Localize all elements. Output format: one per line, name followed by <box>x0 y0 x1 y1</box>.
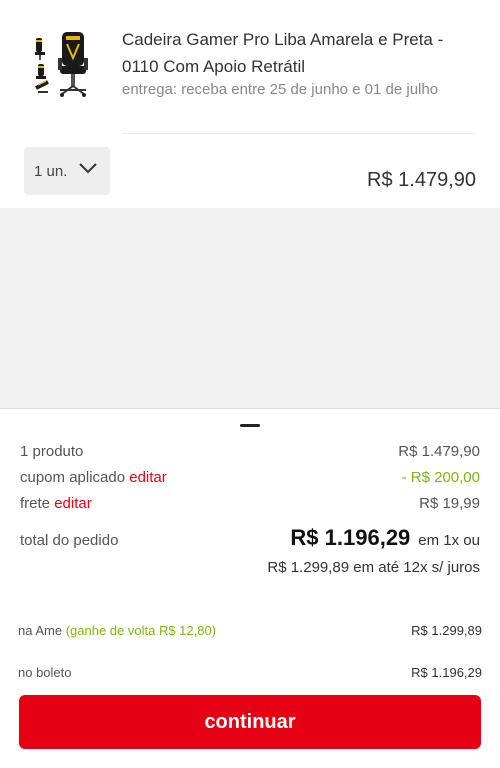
product-title[interactable]: Cadeira Gamer Pro Liba Amarela e Preta -… <box>122 26 452 80</box>
payment-boleto-row: no boleto R$ 1.196,29 <box>18 665 482 680</box>
products-label: 1 produto <box>20 443 84 460</box>
coupon-discount: - R$ 200,00 <box>401 469 480 486</box>
shipping-value: R$ 19,99 <box>419 495 480 512</box>
coupon-edit-link[interactable]: editar <box>129 469 167 486</box>
chevron-down-icon <box>79 163 97 174</box>
total-label: total do pedido <box>20 532 119 549</box>
boleto-label: no boleto <box>18 665 72 680</box>
coupon-row: cupom aplicado editar - R$ 200,00 <box>20 469 480 486</box>
product-card: Cadeira Gamer Pro Liba Amarela e Preta -… <box>0 0 500 208</box>
payment-ame-row: na Ame (ganhe de volta R$ 12,80) R$ 1.29… <box>18 623 482 638</box>
sheet-drag-handle[interactable] <box>240 424 260 427</box>
ame-label: na Ame <box>18 623 63 638</box>
ame-value: R$ 1.299,89 <box>411 623 482 638</box>
boleto-value: R$ 1.196,29 <box>411 665 482 680</box>
continue-button[interactable]: continuar <box>19 695 481 749</box>
delivery-estimate: entrega: receba entre 25 de junho e 01 d… <box>122 81 439 98</box>
total-suffix: em 1x ou <box>418 532 480 549</box>
shipping-row: frete editar R$ 19,99 <box>20 495 480 512</box>
order-summary-sheet: 1 produto R$ 1.479,90 cupom aplicado edi… <box>0 408 500 768</box>
total-row: total do pedido R$ 1.196,29 em 1x ou <box>20 525 480 551</box>
divider <box>122 133 476 134</box>
ame-cashback: (ganhe de volta R$ 12,80) <box>65 623 217 638</box>
coupon-label: cupom aplicado <box>20 469 126 486</box>
product-price: R$ 1.479,90 <box>367 169 476 191</box>
gaming-chair-icon <box>35 32 88 97</box>
shipping-label: frete <box>20 495 51 512</box>
shipping-edit-link[interactable]: editar <box>54 495 92 512</box>
total-value: R$ 1.196,29 <box>290 525 411 550</box>
products-value: R$ 1.479,90 <box>398 443 480 460</box>
installments-text: R$ 1.299,89 em até 12x s/ juros <box>267 559 480 576</box>
quantity-select[interactable]: 1 un. <box>24 147 110 195</box>
product-thumbnail[interactable] <box>32 30 96 104</box>
quantity-value: 1 un. <box>34 162 68 180</box>
products-row: 1 produto R$ 1.479,90 <box>20 443 480 460</box>
